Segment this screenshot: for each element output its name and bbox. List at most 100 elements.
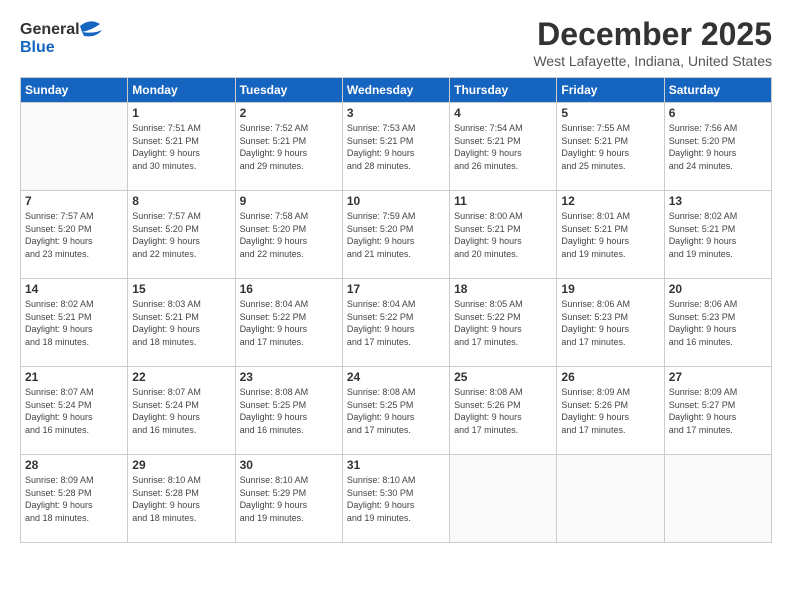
day-number: 14 xyxy=(25,282,123,296)
calendar-cell: 2 Sunrise: 7:52 AM Sunset: 5:21 PM Daylig… xyxy=(235,103,342,191)
logo: General Blue xyxy=(20,16,110,60)
weekday-header: Tuesday xyxy=(235,78,342,103)
day-number: 21 xyxy=(25,370,123,384)
calendar-week-row: 7Sunrise: 7:57 AM Sunset: 5:20 PM Daylig… xyxy=(21,191,772,279)
day-info: Sunrise: 8:00 AM Sunset: 5:21 PM Dayligh… xyxy=(454,210,552,260)
calendar-cell: 23Sunrise: 8:08 AM Sunset: 5:25 PM Dayli… xyxy=(235,367,342,455)
weekday-header: Friday xyxy=(557,78,664,103)
day-number: 22 xyxy=(132,370,230,384)
calendar-cell: 13Sunrise: 8:02 AM Sunset: 5:21 PM Dayli… xyxy=(664,191,771,279)
calendar-cell: 19 Sunrise: 8:06 AM Sunset: 5:23 PM Dayli… xyxy=(557,279,664,367)
calendar-cell: 7Sunrise: 7:57 AM Sunset: 5:20 PM Daylig… xyxy=(21,191,128,279)
calendar-cell: 26 Sunrise: 8:09 AM Sunset: 5:26 PM Dayli… xyxy=(557,367,664,455)
calendar-week-row: 28Sunrise: 8:09 AM Sunset: 5:28 PM Dayli… xyxy=(21,455,772,543)
day-info: Sunrise: 8:09 AM Sunset: 5:28 PM Dayligh… xyxy=(25,474,123,524)
day-number: 24 xyxy=(347,370,445,384)
day-number: 5 xyxy=(561,106,659,120)
day-info: Sunrise: 8:10 AM Sunset: 5:29 PM Dayligh… xyxy=(240,474,338,524)
calendar-cell: 22 Sunrise: 8:07 AM Sunset: 5:24 PM Dayli… xyxy=(128,367,235,455)
calendar-cell: 10 Sunrise: 7:59 AM Sunset: 5:20 PM Dayli… xyxy=(342,191,449,279)
calendar-cell: 4 Sunrise: 7:54 AM Sunset: 5:21 PM Daylig… xyxy=(450,103,557,191)
day-info: Sunrise: 8:10 AM Sunset: 5:30 PM Dayligh… xyxy=(347,474,445,524)
day-number: 10 xyxy=(347,194,445,208)
calendar-week-row: 21 Sunrise: 8:07 AM Sunset: 5:24 PM Dayli… xyxy=(21,367,772,455)
day-info: Sunrise: 8:09 AM Sunset: 5:26 PM Dayligh… xyxy=(561,386,659,436)
calendar-cell: 8Sunrise: 7:57 AM Sunset: 5:20 PM Daylig… xyxy=(128,191,235,279)
calendar-cell: 29 Sunrise: 8:10 AM Sunset: 5:28 PM Dayli… xyxy=(128,455,235,543)
calendar-cell: 9 Sunrise: 7:58 AM Sunset: 5:20 PM Daylig… xyxy=(235,191,342,279)
day-info: Sunrise: 8:06 AM Sunset: 5:23 PM Dayligh… xyxy=(669,298,767,348)
calendar-cell: 25 Sunrise: 8:08 AM Sunset: 5:26 PM Dayli… xyxy=(450,367,557,455)
calendar-cell: 17 Sunrise: 8:04 AM Sunset: 5:22 PM Dayli… xyxy=(342,279,449,367)
calendar-cell: 28Sunrise: 8:09 AM Sunset: 5:28 PM Dayli… xyxy=(21,455,128,543)
day-number: 20 xyxy=(669,282,767,296)
day-number: 18 xyxy=(454,282,552,296)
day-info: Sunrise: 8:01 AM Sunset: 5:21 PM Dayligh… xyxy=(561,210,659,260)
svg-text:General: General xyxy=(20,21,80,38)
day-info: Sunrise: 8:06 AM Sunset: 5:23 PM Dayligh… xyxy=(561,298,659,348)
month-title: December 2025 xyxy=(533,16,772,53)
day-info: Sunrise: 7:59 AM Sunset: 5:20 PM Dayligh… xyxy=(347,210,445,260)
day-number: 17 xyxy=(347,282,445,296)
calendar-week-row: 1 Sunrise: 7:51 AM Sunset: 5:21 PM Daylig… xyxy=(21,103,772,191)
calendar-cell: 3 Sunrise: 7:53 AM Sunset: 5:21 PM Daylig… xyxy=(342,103,449,191)
day-info: Sunrise: 8:08 AM Sunset: 5:25 PM Dayligh… xyxy=(347,386,445,436)
day-info: Sunrise: 8:08 AM Sunset: 5:25 PM Dayligh… xyxy=(240,386,338,436)
day-info: Sunrise: 7:55 AM Sunset: 5:21 PM Dayligh… xyxy=(561,122,659,172)
day-number: 19 xyxy=(561,282,659,296)
day-number: 6 xyxy=(669,106,767,120)
calendar-cell: 27 Sunrise: 8:09 AM Sunset: 5:27 PM Dayli… xyxy=(664,367,771,455)
weekday-header: Wednesday xyxy=(342,78,449,103)
weekday-header: Sunday xyxy=(21,78,128,103)
day-info: Sunrise: 8:08 AM Sunset: 5:26 PM Dayligh… xyxy=(454,386,552,436)
calendar-cell: 20 Sunrise: 8:06 AM Sunset: 5:23 PM Dayli… xyxy=(664,279,771,367)
location-title: West Lafayette, Indiana, United States xyxy=(533,53,772,69)
day-number: 9 xyxy=(240,194,338,208)
day-info: Sunrise: 8:04 AM Sunset: 5:22 PM Dayligh… xyxy=(240,298,338,348)
title-area: December 2025 West Lafayette, Indiana, U… xyxy=(533,16,772,69)
day-number: 30 xyxy=(240,458,338,472)
day-info: Sunrise: 7:52 AM Sunset: 5:21 PM Dayligh… xyxy=(240,122,338,172)
day-info: Sunrise: 8:02 AM Sunset: 5:21 PM Dayligh… xyxy=(25,298,123,348)
day-info: Sunrise: 8:07 AM Sunset: 5:24 PM Dayligh… xyxy=(132,386,230,436)
calendar-cell xyxy=(557,455,664,543)
calendar-cell: 16 Sunrise: 8:04 AM Sunset: 5:22 PM Dayli… xyxy=(235,279,342,367)
day-number: 1 xyxy=(132,106,230,120)
header: General Blue December 2025 West Lafayett… xyxy=(20,16,772,69)
day-number: 27 xyxy=(669,370,767,384)
calendar-cell xyxy=(664,455,771,543)
calendar-cell: 11Sunrise: 8:00 AM Sunset: 5:21 PM Dayli… xyxy=(450,191,557,279)
page: General Blue December 2025 West Lafayett… xyxy=(0,0,792,553)
day-info: Sunrise: 8:04 AM Sunset: 5:22 PM Dayligh… xyxy=(347,298,445,348)
calendar-cell: 1 Sunrise: 7:51 AM Sunset: 5:21 PM Daylig… xyxy=(128,103,235,191)
day-info: Sunrise: 7:56 AM Sunset: 5:20 PM Dayligh… xyxy=(669,122,767,172)
day-info: Sunrise: 7:51 AM Sunset: 5:21 PM Dayligh… xyxy=(132,122,230,172)
day-info: Sunrise: 8:10 AM Sunset: 5:28 PM Dayligh… xyxy=(132,474,230,524)
day-info: Sunrise: 8:05 AM Sunset: 5:22 PM Dayligh… xyxy=(454,298,552,348)
day-number: 26 xyxy=(561,370,659,384)
calendar-cell: 5 Sunrise: 7:55 AM Sunset: 5:21 PM Daylig… xyxy=(557,103,664,191)
day-info: Sunrise: 8:09 AM Sunset: 5:27 PM Dayligh… xyxy=(669,386,767,436)
day-number: 13 xyxy=(669,194,767,208)
calendar-cell: 14 Sunrise: 8:02 AM Sunset: 5:21 PM Dayli… xyxy=(21,279,128,367)
day-info: Sunrise: 7:53 AM Sunset: 5:21 PM Dayligh… xyxy=(347,122,445,172)
day-number: 4 xyxy=(454,106,552,120)
day-number: 25 xyxy=(454,370,552,384)
calendar-week-row: 14 Sunrise: 8:02 AM Sunset: 5:21 PM Dayli… xyxy=(21,279,772,367)
calendar-cell: 21Sunrise: 8:07 AM Sunset: 5:24 PM Dayli… xyxy=(21,367,128,455)
calendar-cell: 31Sunrise: 8:10 AM Sunset: 5:30 PM Dayli… xyxy=(342,455,449,543)
weekday-header: Thursday xyxy=(450,78,557,103)
day-number: 7 xyxy=(25,194,123,208)
day-info: Sunrise: 8:03 AM Sunset: 5:21 PM Dayligh… xyxy=(132,298,230,348)
calendar-cell: 30 Sunrise: 8:10 AM Sunset: 5:29 PM Dayli… xyxy=(235,455,342,543)
logo-icon: General Blue xyxy=(20,16,110,60)
calendar-cell xyxy=(450,455,557,543)
day-info: Sunrise: 7:58 AM Sunset: 5:20 PM Dayligh… xyxy=(240,210,338,260)
calendar-cell: 18 Sunrise: 8:05 AM Sunset: 5:22 PM Dayli… xyxy=(450,279,557,367)
day-number: 16 xyxy=(240,282,338,296)
day-number: 2 xyxy=(240,106,338,120)
day-info: Sunrise: 7:54 AM Sunset: 5:21 PM Dayligh… xyxy=(454,122,552,172)
calendar-header-row: SundayMondayTuesdayWednesdayThursdayFrid… xyxy=(21,78,772,103)
day-number: 3 xyxy=(347,106,445,120)
day-number: 29 xyxy=(132,458,230,472)
